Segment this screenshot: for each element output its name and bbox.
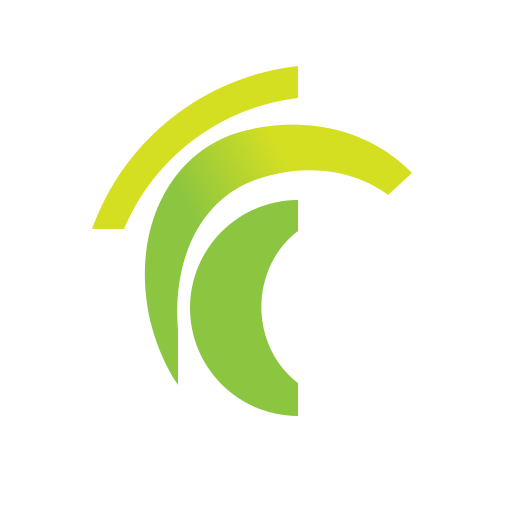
logo-mark — [92, 66, 412, 416]
middle-arc — [144, 124, 412, 386]
logo-canvas — [0, 0, 512, 512]
inner-arc — [190, 200, 298, 416]
